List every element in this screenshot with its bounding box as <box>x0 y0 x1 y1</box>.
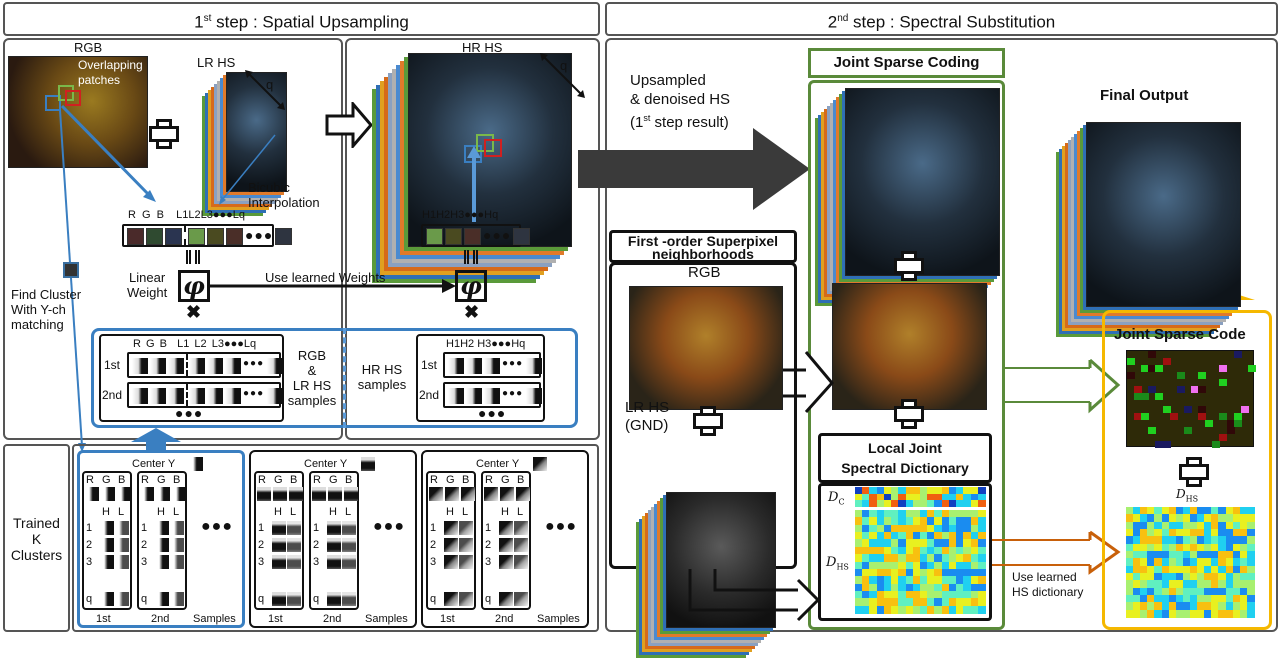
matrix-cell <box>1219 434 1228 442</box>
dc-matrix <box>855 487 986 508</box>
dhs-sub: HS <box>836 562 849 572</box>
matrix-cell <box>1212 441 1221 449</box>
matrix-cell <box>1155 392 1164 400</box>
matrix-cell <box>1155 364 1164 372</box>
matrix-cell <box>977 500 986 508</box>
code-dhs-sub: HS <box>1185 494 1199 504</box>
matrix-cell <box>1148 351 1157 358</box>
dict-1: Local Joint <box>868 440 942 456</box>
matrix-cell <box>1169 413 1178 421</box>
matrix-cell <box>1219 413 1228 421</box>
matrix-cell <box>1127 371 1135 379</box>
matrix-cell <box>1226 427 1235 435</box>
dc-label: DC <box>828 490 845 510</box>
dhs-d: D <box>826 555 837 570</box>
stack-front-image <box>1086 122 1241 307</box>
matrix-cell <box>1127 357 1135 365</box>
matrix-cell <box>1233 420 1242 428</box>
dhs-label: DHS <box>826 555 849 575</box>
dictionary-title: Local Joint Spectral Dictionary <box>818 433 992 483</box>
code-dhs-d: D <box>1176 487 1186 501</box>
matrix-cell <box>1141 413 1150 421</box>
joint-sparse-code-label: Joint Sparse Code <box>1114 326 1246 343</box>
final-output-stack <box>1056 122 1241 337</box>
matrix-cell <box>1198 385 1207 393</box>
dict-2: Spectral Dictionary <box>841 460 969 476</box>
matrix-cell <box>1198 371 1207 379</box>
dc-sub: C <box>838 497 845 507</box>
matrix-cell <box>1141 392 1150 400</box>
matrix-cell <box>1183 406 1192 414</box>
matrix-cell <box>1176 371 1185 379</box>
dc-d: D <box>828 490 839 505</box>
final-output-label: Final Output <box>1100 87 1189 104</box>
dhs-matrix <box>855 510 986 614</box>
matrix-cell <box>1198 413 1207 421</box>
plus-icon-code <box>1179 457 1209 487</box>
matrix-cell <box>977 605 986 614</box>
use-learned-dict: Use learned HS dictionary <box>1012 570 1083 600</box>
matrix-cell <box>1233 351 1242 358</box>
code-dhs-label: DHS <box>1176 487 1198 506</box>
matrix-cell <box>1246 609 1255 618</box>
matrix-cell <box>1205 420 1214 428</box>
matrix-cell <box>1162 441 1171 449</box>
code-dhs-matrix <box>1126 507 1255 618</box>
matrix-cell <box>1162 357 1171 365</box>
ud-2: HS dictionary <box>1012 585 1084 599</box>
matrix-cell <box>1240 406 1249 414</box>
matrix-cell <box>1219 378 1228 386</box>
matrix-cell <box>1247 364 1256 372</box>
matrix-cell <box>1183 427 1192 435</box>
matrix-cell <box>1233 413 1242 421</box>
matrix-cell <box>1148 427 1157 435</box>
sparse-code-matrix <box>1126 350 1256 449</box>
ud-1: Use learned <box>1012 570 1077 584</box>
matrix-cell <box>1176 385 1185 393</box>
matrix-cell <box>1219 364 1228 372</box>
